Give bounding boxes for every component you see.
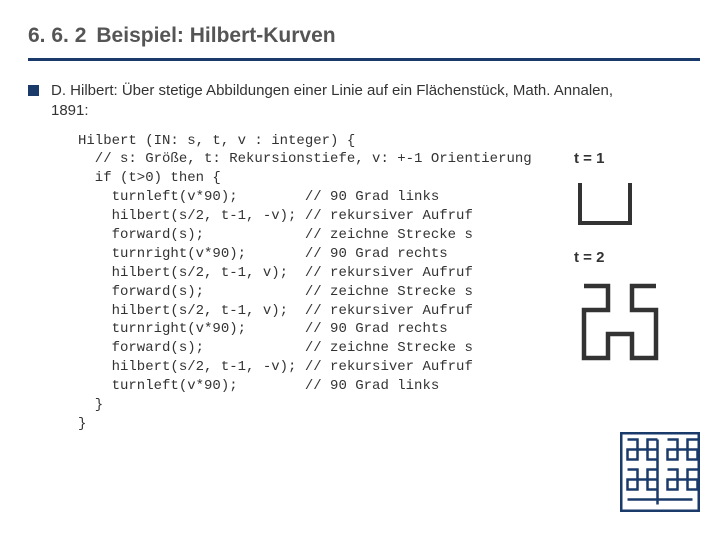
section-title: Beispiel: Hilbert-Kurven [96, 24, 335, 47]
bullet-icon [28, 85, 39, 96]
code-block: Hilbert (IN: s, t, v : integer) { // s: … [78, 132, 570, 434]
body-row: D. Hilbert: Über stetige Abbildungen ein… [28, 81, 700, 122]
figure-column: t = 1 t = 2 [570, 122, 700, 370]
slide: 6. 6. 2 Beispiel: Hilbert-Kurven D. Hilbe… [0, 0, 720, 540]
hilbert-decor-icon [620, 432, 700, 512]
content-row: Hilbert (IN: s, t, v : integer) { // s: … [28, 122, 700, 434]
intro-text: D. Hilbert: Über stetige Abbildungen ein… [51, 81, 651, 122]
hilbert-t1-figure [570, 175, 650, 231]
code-column: Hilbert (IN: s, t, v : integer) { // s: … [28, 122, 570, 434]
section-heading: 6. 6. 2 Beispiel: Hilbert-Kurven [28, 24, 700, 61]
figure-label-t2: t = 2 [570, 249, 700, 266]
figure-label-t1: t = 1 [570, 150, 700, 167]
section-number: 6. 6. 2 [28, 24, 86, 47]
